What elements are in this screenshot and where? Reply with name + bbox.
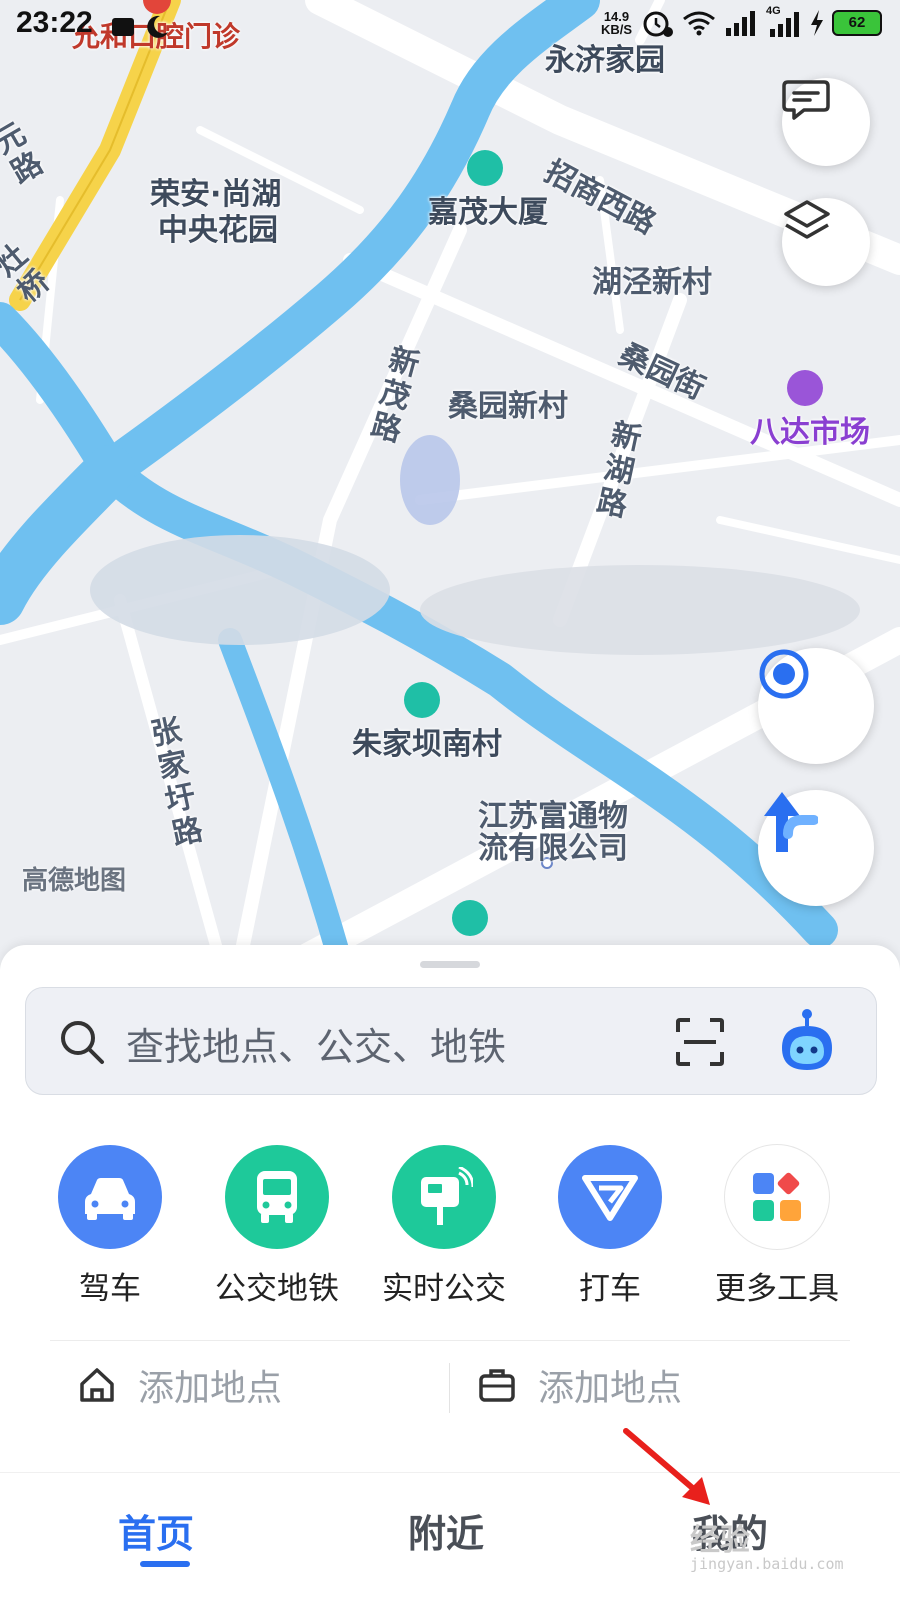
signal-4g-icon [770,12,799,37]
map-label-huxing[interactable]: 湖泾新村 [592,266,712,300]
alarm-clock-icon [643,11,673,37]
battery-indicator: 62 [832,10,882,36]
scan-icon[interactable] [674,1016,726,1068]
net-speed-unit: KB/S [600,22,632,37]
status-right-icons: 14.9 KB/S 4G 62 [601,5,882,38]
tool-bus-subway[interactable]: 公交地铁 [202,1145,352,1308]
work-place-label: 添加地点 [538,1368,683,1409]
tool-bus-circle [225,1145,329,1249]
map-label-rongan[interactable]: 荣安·尚湖 [150,178,281,212]
tool-taxi[interactable]: 打车 [535,1145,685,1308]
tool-realtime-circle [392,1145,496,1249]
tool-drive[interactable]: 驾车 [35,1145,185,1308]
search-placeholder[interactable]: 查找地点、公交、地铁 [126,1016,506,1071]
tool-realtime-label: 实时公交 [382,1271,506,1307]
tool-more[interactable]: 更多工具 [702,1145,852,1308]
route-button[interactable] [758,790,874,906]
bottom-tab-bar: 首页 附近 我的 [0,1472,900,1601]
amap-watermark: 高德地图 [22,866,127,896]
assistant-bot-icon[interactable] [774,1006,840,1076]
notification-icons [110,14,170,44]
status-bar: 23:22 14.9 KB/S 4G 62 [0,0,900,50]
locate-me-button[interactable] [758,648,874,764]
baidu-watermark-url: jingyan.baidu.com [690,1555,844,1573]
places-separator [449,1363,450,1413]
map-label-jiamao[interactable]: 嘉茂大厦 [428,196,548,230]
quick-tools: 驾车 公交地铁 实时公交 打车 更多工具 [0,1145,900,1325]
home-place-label: 添加地点 [138,1368,283,1409]
briefcase-icon [479,1369,515,1402]
map-view[interactable]: 允和口腔门诊 永济家园 招商西路 荣安·尚湖 中央花园 嘉茂大厦 湖泾新村 桑园… [0,0,900,960]
search-bar[interactable]: 查找地点、公交、地铁 [25,987,877,1095]
map-label-jiangsu-futong-2[interactable]: 流有限公司 [478,832,628,866]
tool-drive-label: 驾车 [79,1271,141,1307]
map-label-sangyuan-village[interactable]: 桑园新村 [448,390,568,424]
map-label-bada-market[interactable]: 八达市场 [750,416,870,450]
tools-divider [50,1340,850,1341]
home-place-shortcut[interactable]: 添加地点 [78,1350,282,1420]
sim-moon-icon [112,15,168,38]
tool-drive-circle [58,1145,162,1249]
sheet-drag-handle[interactable] [420,961,480,968]
baidu-watermark: 经验 [690,1523,750,1558]
tab-home-indicator [140,1561,190,1567]
tab-nearby[interactable]: 附近 [408,1503,484,1558]
tool-taxi-circle [558,1145,662,1249]
tab-home[interactable]: 首页 [118,1503,194,1558]
work-place-shortcut[interactable]: 添加地点 [478,1350,682,1420]
status-time: 23:22 [16,6,93,39]
layers-icon [784,200,830,239]
signal-icon [726,11,755,36]
wifi-icon [683,11,715,36]
bus-icon [257,1171,297,1223]
chat-bubble-icon [782,80,830,120]
tool-bus-label: 公交地铁 [215,1271,339,1307]
car-icon [85,1178,135,1220]
red-annotation-arrow [623,1428,710,1505]
tool-more-label: 更多工具 [715,1271,839,1307]
taxi-icon [582,1175,638,1221]
map-label-jiangsu-futong-1[interactable]: 江苏富通物 [478,800,628,834]
net-speed: 14.9 KB/S [601,10,632,36]
map-label-zhujiaba[interactable]: 朱家坝南村 [352,728,502,762]
layers-button[interactable] [782,198,870,286]
search-icon [61,1021,104,1064]
tool-realtime-bus[interactable]: 实时公交 [369,1145,519,1308]
bus-stop-icon [421,1167,473,1225]
grid-apps-icon [753,1172,801,1221]
tool-taxi-label: 打车 [579,1271,641,1307]
location-target-icon [759,649,809,699]
route-arrow-icon [764,792,818,852]
message-button[interactable] [782,78,870,166]
home-icon [80,1368,114,1402]
charging-icon [811,10,823,36]
map-label-rongan-2[interactable]: 中央花园 [158,214,278,248]
tool-more-circle [725,1145,829,1249]
signal-4g: 4G [766,5,802,37]
